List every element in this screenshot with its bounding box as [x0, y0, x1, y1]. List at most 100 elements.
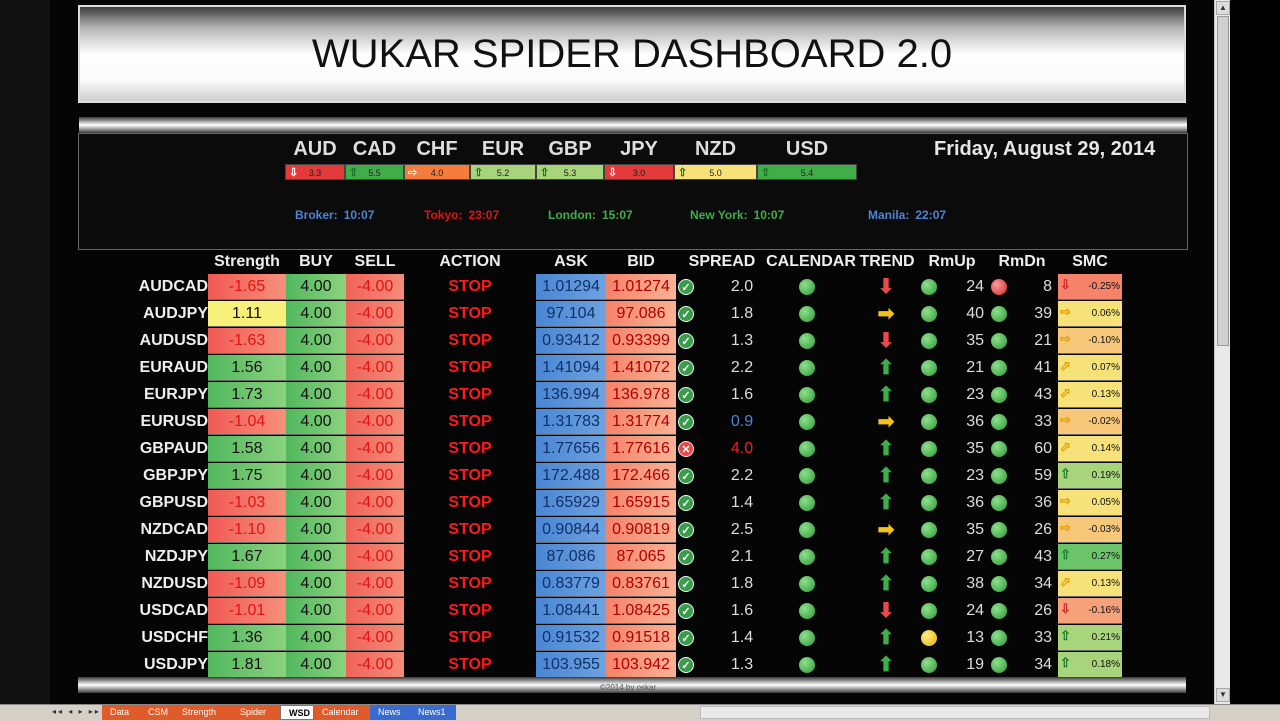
- bid-cell: 0.83761: [606, 571, 676, 597]
- bid-cell: 1.08425: [606, 598, 676, 624]
- pair-label: AUDJPY: [143, 305, 208, 322]
- header-ask: ASK: [554, 253, 588, 270]
- ask-cell: 87.086: [536, 544, 606, 570]
- strength-cell: -1.10: [208, 517, 286, 543]
- rmdn-value: 21: [1034, 332, 1052, 349]
- action-status: STOP: [448, 332, 492, 349]
- rmup-status-icon: [921, 630, 937, 646]
- clock-time: 10:07: [753, 208, 785, 222]
- clock-broker: Broker: 10:07: [295, 208, 374, 222]
- header-rmdn: RmDn: [998, 253, 1046, 270]
- action-status: STOP: [448, 467, 492, 484]
- strength-cell: -1.63: [208, 328, 286, 354]
- tab-calendar[interactable]: Calendar: [314, 705, 370, 720]
- currency-strength-value: 3.0: [632, 168, 646, 178]
- trend-down-icon: ⬇: [877, 600, 895, 622]
- smc-arrow-right-icon: ⇨: [1060, 520, 1071, 535]
- rmup-value: 40: [966, 305, 984, 322]
- rmup-status-icon: [921, 657, 937, 673]
- sell-cell: -4.00: [346, 355, 404, 381]
- sell-cell: -4.00: [346, 328, 404, 354]
- calendar-status-icon: [799, 603, 815, 619]
- check-icon: ✓: [678, 360, 694, 376]
- trend-up-icon: ⬆: [877, 465, 895, 487]
- bid-cell: 1.31774: [606, 409, 676, 435]
- currency-strength-value: 5.2: [496, 168, 510, 178]
- buy-cell: 4.00: [286, 625, 346, 651]
- trend-down-icon: ⬇: [877, 330, 895, 352]
- spread-cell: 1.6: [730, 602, 754, 619]
- scroll-down-icon[interactable]: ▼: [1216, 688, 1230, 702]
- spread-cell: 0.9: [730, 413, 754, 430]
- vertical-scrollbar[interactable]: ▲ ▼: [1214, 0, 1231, 704]
- check-icon: ✓: [678, 468, 694, 484]
- rmdn-status-icon: [991, 657, 1007, 673]
- ask-cell: 1.41094: [536, 355, 606, 381]
- smc-value: 0.14%: [1091, 443, 1120, 454]
- trend-right-icon: ➡: [877, 303, 895, 325]
- action-status: STOP: [448, 602, 492, 619]
- copyright-footer: ©2014 by oskar: [600, 683, 657, 692]
- currency-label-gbp: GBP: [548, 138, 592, 160]
- trend-up-icon: ⬆: [877, 357, 895, 379]
- clock-label: Manila:: [868, 208, 910, 222]
- cross-icon: ✕: [678, 441, 694, 457]
- header-calendar: CALENDAR: [766, 253, 856, 270]
- check-icon: ✓: [678, 333, 694, 349]
- buy-cell: 4.00: [286, 598, 346, 624]
- check-icon: ✓: [678, 279, 694, 295]
- smc-value: 0.06%: [1091, 308, 1120, 319]
- tab-news[interactable]: News: [370, 705, 410, 720]
- header-sell: SELL: [354, 253, 396, 270]
- header-bid: BID: [627, 253, 655, 270]
- bid-cell: 87.065: [606, 544, 676, 570]
- smc-arrow-upright-icon: ⬀: [1060, 385, 1071, 400]
- rmdn-value: 39: [1034, 305, 1052, 322]
- scroll-thumb[interactable]: [1217, 16, 1229, 346]
- tab-wsd[interactable]: WSD: [280, 705, 314, 720]
- currency-strength-gbp: ⇧ 5.3: [536, 164, 604, 180]
- scroll-up-icon[interactable]: ▲: [1216, 1, 1230, 15]
- strength-cell: 1.36: [208, 625, 286, 651]
- rmdn-status-icon: [991, 549, 1007, 565]
- spread-cell: 1.3: [730, 332, 754, 349]
- trend-up-icon: ⬆: [877, 627, 895, 649]
- smc-value: 0.21%: [1091, 632, 1120, 643]
- rmup-status-icon: [921, 306, 937, 322]
- rmup-value: 21: [966, 359, 984, 376]
- smc-value: 0.27%: [1091, 551, 1120, 562]
- rmup-status-icon: [921, 468, 937, 484]
- horizontal-scrollbar[interactable]: [700, 706, 1210, 719]
- rmup-value: 24: [966, 278, 984, 295]
- currency-strength-value: 5.0: [709, 168, 722, 178]
- rmup-value: 27: [966, 548, 984, 565]
- currency-strength-usd: ⇧ 5.4: [757, 164, 857, 180]
- smc-value: -0.02%: [1088, 416, 1120, 427]
- smc-arrow-right-icon: ⇨: [1060, 412, 1071, 427]
- smc-cell: ⇧ 0.19%: [1058, 463, 1122, 489]
- tab-navigation-icons[interactable]: ◂◂ ◂ ▸ ▸▸: [52, 707, 101, 716]
- bid-cell: 0.93399: [606, 328, 676, 354]
- tab-strength[interactable]: Strength: [174, 705, 232, 720]
- rmdn-status-icon: [991, 495, 1007, 511]
- ask-cell: 172.488: [536, 463, 606, 489]
- clock-label: Broker:: [295, 208, 338, 222]
- trend-up-icon: ⬆: [877, 546, 895, 568]
- tab-news1[interactable]: News1: [410, 705, 456, 720]
- smc-value: 0.07%: [1091, 362, 1120, 373]
- pair-label: NZDCAD: [140, 521, 208, 538]
- currency-label-aud: AUD: [293, 138, 337, 160]
- pair-label: AUDUSD: [139, 332, 208, 349]
- trend-right-icon: ➡: [877, 519, 895, 541]
- calendar-status-icon: [799, 333, 815, 349]
- rmup-value: 13: [966, 629, 984, 646]
- ask-cell: 0.91532: [536, 625, 606, 651]
- tab-csm[interactable]: CSM: [140, 705, 174, 720]
- rmup-status-icon: [921, 279, 937, 295]
- rmup-value: 38: [966, 575, 984, 592]
- tab-data[interactable]: Data: [102, 705, 140, 720]
- trend-up-icon: ⬆: [877, 384, 895, 406]
- buy-cell: 4.00: [286, 328, 346, 354]
- rmdn-value: 43: [1034, 548, 1052, 565]
- tab-spider[interactable]: Spider: [232, 705, 280, 720]
